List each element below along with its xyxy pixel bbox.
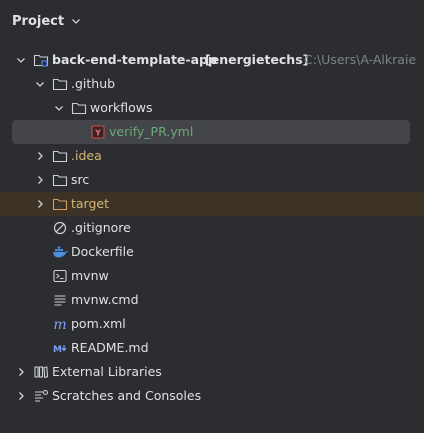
yaml-file-icon: Y <box>90 124 106 140</box>
tree-row-pom[interactable]: m pom.xml <box>0 312 424 336</box>
tree-row-dockerfile[interactable]: Dockerfile <box>0 240 424 264</box>
tree-row-external-libraries[interactable]: External Libraries <box>0 360 424 384</box>
tree-row-readme[interactable]: M README.md <box>0 336 424 360</box>
folder-icon <box>52 148 68 164</box>
chevron-right-icon[interactable] <box>34 174 46 186</box>
chevron-down-icon[interactable] <box>53 102 65 114</box>
tree-row-root[interactable]: back-end-template-app [energietechs] C:\… <box>0 48 424 72</box>
tree-row-workflows[interactable]: workflows <box>0 96 424 120</box>
chevron-right-icon[interactable] <box>15 366 27 378</box>
text-file-icon <box>52 292 68 308</box>
project-tool-window: Project back-end-template-app [energiete… <box>0 0 424 433</box>
file-label: mvnw <box>71 268 109 283</box>
excluded-folder-icon <box>52 196 68 212</box>
svg-text:m: m <box>53 317 66 332</box>
tree-row-target[interactable]: target <box>0 192 424 216</box>
root-path: C:\Users\A-Alkraie <box>304 52 417 67</box>
project-header[interactable]: Project <box>0 0 424 42</box>
tree-row-scratches[interactable]: Scratches and Consoles <box>0 384 424 408</box>
chevron-down-icon[interactable] <box>70 15 82 27</box>
tree-row-github[interactable]: ​.github <box>0 72 424 96</box>
root-project-name: back-end-template-app <box>52 52 217 67</box>
svg-text:Y: Y <box>94 129 101 138</box>
file-label: .gitignore <box>71 220 131 235</box>
tree-row-verify-pr-yml[interactable]: Y verify_PR.yml <box>0 120 424 144</box>
ignore-file-icon <box>52 220 68 236</box>
file-label: verify_PR.yml <box>109 124 194 139</box>
folder-label: ​.github <box>71 76 116 91</box>
terminal-script-icon <box>52 268 68 284</box>
folder-icon <box>71 100 87 116</box>
tree-row-mvnw-cmd[interactable]: mvnw.cmd <box>0 288 424 312</box>
tree-row-mvnw[interactable]: mvnw <box>0 264 424 288</box>
file-label: mvnw.cmd <box>71 292 139 307</box>
project-title: Project <box>12 13 65 29</box>
library-icon <box>33 364 49 380</box>
node-label: Scratches and Consoles <box>52 388 202 403</box>
svg-text:M: M <box>53 345 62 355</box>
tree-row-src[interactable]: src <box>0 168 424 192</box>
docker-icon <box>52 244 68 260</box>
root-module-name: [energietechs] <box>205 52 309 67</box>
chevron-right-icon[interactable] <box>15 390 27 402</box>
folder-label: .idea <box>71 148 102 163</box>
folder-label: src <box>71 172 90 187</box>
module-folder-icon <box>33 52 49 68</box>
file-label: README.md <box>71 340 149 355</box>
folder-label: workflows <box>90 100 153 115</box>
folder-icon <box>52 172 68 188</box>
tree-row-gitignore[interactable]: .gitignore <box>0 216 424 240</box>
tree-row-idea[interactable]: .idea <box>0 144 424 168</box>
chevron-down-icon[interactable] <box>34 78 46 90</box>
chevron-down-icon[interactable] <box>15 54 27 66</box>
chevron-right-icon[interactable] <box>34 150 46 162</box>
folder-icon <box>52 76 68 92</box>
folder-label: target <box>71 196 110 211</box>
node-label: External Libraries <box>52 364 162 379</box>
maven-icon: m <box>52 316 68 332</box>
chevron-right-icon[interactable] <box>34 198 46 210</box>
selection-highlight <box>12 120 410 144</box>
file-label: pom.xml <box>71 316 126 331</box>
file-label: Dockerfile <box>71 244 134 259</box>
markdown-icon: M <box>52 340 68 356</box>
scratches-icon <box>33 388 49 404</box>
